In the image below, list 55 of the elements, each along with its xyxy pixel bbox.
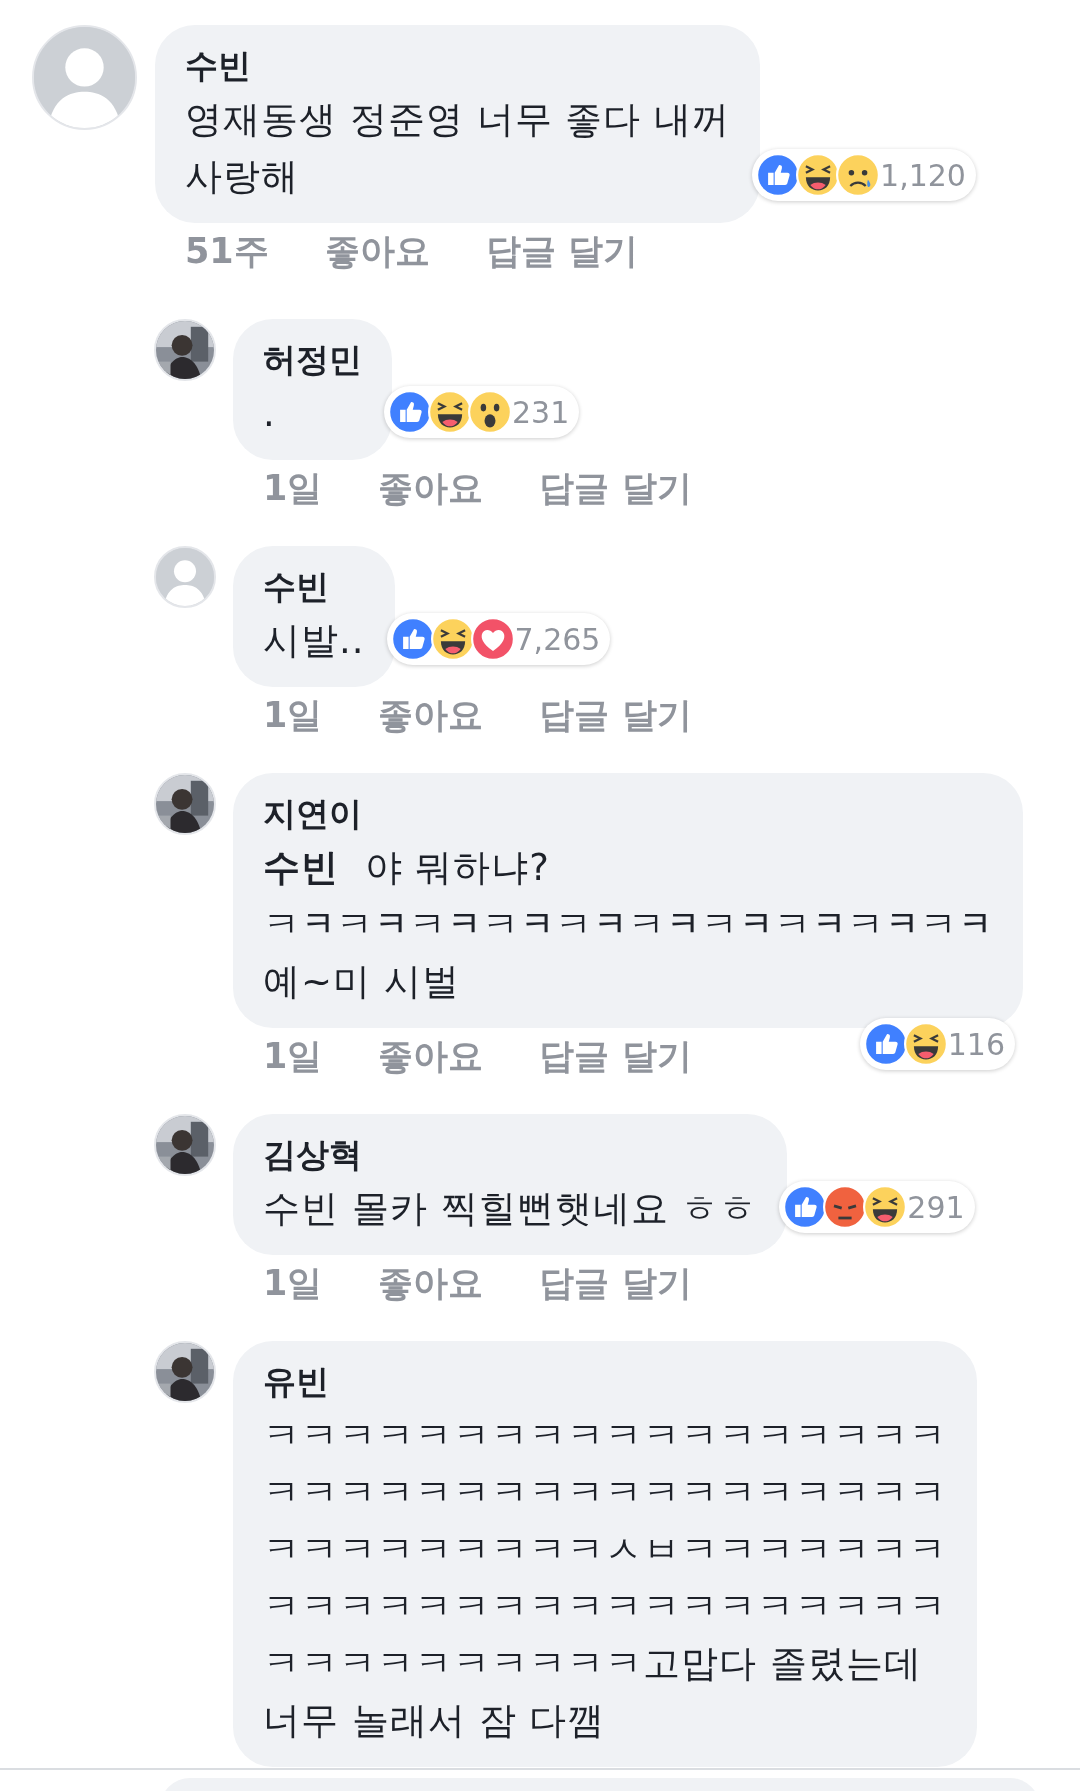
reaction-summary[interactable]: 291	[779, 1181, 975, 1233]
comment-text-line: 영재동생 정준영 너무 좋다 내꺼	[185, 97, 731, 143]
reply-link[interactable]: 답글 달기	[539, 1259, 692, 1307]
comment-text-line: ㅋㅋㅋㅋㅋㅋㅋㅋㅋㅋㅋㅋㅋㅋㅋㅋㅋㅋ	[263, 1413, 947, 1459]
like-icon	[390, 617, 435, 661]
comment-time: 1일	[263, 693, 323, 737]
surprised-emoji-icon	[468, 390, 512, 434]
like-link[interactable]: 좋아요	[378, 464, 484, 512]
commenter-name: 유빈	[263, 1361, 330, 1403]
sad-emoji-icon	[836, 153, 881, 197]
comment-text-line: ㅋㅋㅋㅋㅋㅋㅋㅋㅋㅋㅋㅋㅋㅋㅋㅋㅋㅋ	[263, 1470, 947, 1516]
laughing-emoji-icon	[430, 617, 475, 661]
reaction-count: 291	[907, 1189, 965, 1225]
comment-text-line: 예~미 시벌	[263, 959, 461, 1005]
comment-text-line: 수빈 몰카 찍힐뻔햇네요 ㅎㅎ	[263, 1186, 758, 1232]
like-link[interactable]: 좋아요	[378, 1032, 484, 1080]
laughing-emoji-icon	[428, 390, 472, 434]
comment-text-line: .	[263, 391, 277, 437]
comment-time: 1일	[263, 1261, 323, 1305]
like-link[interactable]: 좋아요	[378, 1259, 484, 1307]
comment-text-line: 수빈 야 뭐하냐?	[263, 845, 551, 891]
comment-text-line: ㅋㅋㅋㅋㅋㅋㅋㅋㅋㅋㅋㅋㅋㅋㅋㅋㅋㅋ	[263, 1584, 947, 1630]
commenter-name: 수빈	[185, 45, 252, 87]
like-icon	[863, 1022, 908, 1066]
reaction-summary[interactable]: 231	[384, 386, 580, 438]
comment-text-line: ㅋㅋㅋㅋㅋㅋㅋㅋㅋㅅㅂㅋㅋㅋㅋㅋㅋㅋ	[263, 1527, 947, 1573]
default-avatar-icon	[156, 548, 214, 606]
reply-link[interactable]: 답글 달기	[485, 227, 638, 275]
like-link[interactable]: 좋아요	[324, 227, 430, 275]
like-link[interactable]: 좋아요	[378, 691, 484, 739]
comment-text-line: 사랑해	[185, 154, 300, 200]
commenter-name: 김상혁	[263, 1134, 363, 1176]
reaction-count: 7,265	[514, 621, 601, 657]
comment-text-line: ㅋﾻㅋﾻㅋﾻㅋﾻㅋﾻㅋﾻㅋﾻㅋﾻㅋﾻㅋﾻ	[263, 902, 993, 948]
reaction-summary[interactable]: 1,120	[752, 149, 976, 201]
laughing-emoji-icon	[903, 1022, 948, 1066]
commenter-name: 지연이	[263, 793, 363, 835]
comment-time: 1일	[263, 466, 323, 510]
reply-link[interactable]: 답글 달기	[539, 1032, 692, 1080]
reaction-summary[interactable]: 7,265	[386, 613, 611, 665]
commenter-name: 수빈	[263, 566, 330, 608]
reaction-summary[interactable]: 116	[859, 1018, 1015, 1070]
commenter-name: 허정민	[263, 339, 362, 381]
reply-link[interactable]: 답글 달기	[539, 464, 692, 512]
comment-text-line: 너무 놀래서 잠 다깸	[263, 1698, 607, 1744]
comment-time: 51주	[185, 229, 269, 273]
reaction-count: 231	[512, 394, 570, 430]
like-icon	[388, 390, 432, 434]
comment-text-line: 시발..	[263, 618, 365, 664]
reaction-count: 1,120	[880, 157, 966, 193]
comment-time: 1일	[263, 1034, 323, 1078]
comment-text-line: ㅋㅋㅋㅋㅋㅋㅋㅋㅋㅋ고맙다 졸렸는데	[263, 1641, 923, 1687]
reaction-count: 116	[947, 1026, 1005, 1062]
laughing-emoji-icon	[863, 1185, 908, 1229]
reply-link[interactable]: 답글 달기	[539, 691, 692, 739]
